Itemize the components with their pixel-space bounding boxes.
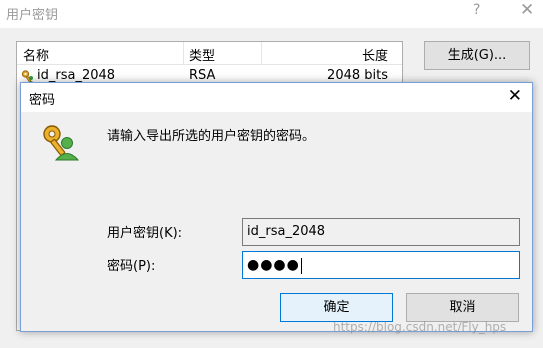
password-label: 密码(P): (107, 259, 156, 274)
cancel-button[interactable]: 取消 (406, 293, 519, 322)
key-type-cell: RSA (189, 68, 216, 83)
watermark: https://blog.csdn.net/Fly_hps (333, 320, 507, 334)
text-caret (300, 257, 302, 274)
column-separator[interactable] (261, 42, 262, 64)
column-header-type[interactable]: 类型 (189, 45, 215, 64)
password-dialog: 密码 ✕ 请输入导出所选的用户密钥的密码。 用户密钥(K): id_rsa_20… (20, 82, 533, 332)
dialog-message: 请输入导出所选的用户密钥的密码。 (107, 129, 316, 144)
user-key-value: id_rsa_2048 (247, 224, 326, 239)
user-key-icon (21, 70, 34, 83)
outer-close-icon[interactable]: ✕ (520, 0, 534, 20)
column-header-length[interactable]: 长度 (362, 45, 388, 64)
dialog-close-icon[interactable]: ✕ (508, 86, 522, 106)
ok-button[interactable]: 确定 (280, 293, 393, 322)
list-header: 名称 类型 长度 (17, 42, 402, 65)
dialog-title: 密码 (29, 93, 56, 108)
key-name-cell: id_rsa_2048 (37, 68, 116, 83)
help-icon[interactable]: ? (473, 2, 480, 18)
password-value: ●●●● (247, 257, 300, 273)
column-header-name[interactable]: 名称 (23, 45, 49, 64)
outer-window-title: 用户密钥 (6, 8, 59, 23)
user-key-icon (43, 125, 79, 161)
user-key-field: id_rsa_2048 (242, 218, 520, 246)
key-length-cell: 2048 bits (327, 68, 388, 83)
column-separator[interactable] (183, 42, 184, 64)
password-input[interactable]: ●●●● (242, 251, 520, 279)
generate-button[interactable]: 生成(G)... (424, 41, 530, 70)
user-key-label: 用户密钥(K): (107, 226, 183, 241)
outer-title-bar: 用户密钥 ? ✕ (0, 0, 543, 28)
dialog-title-bar: 密码 ✕ (21, 83, 532, 112)
